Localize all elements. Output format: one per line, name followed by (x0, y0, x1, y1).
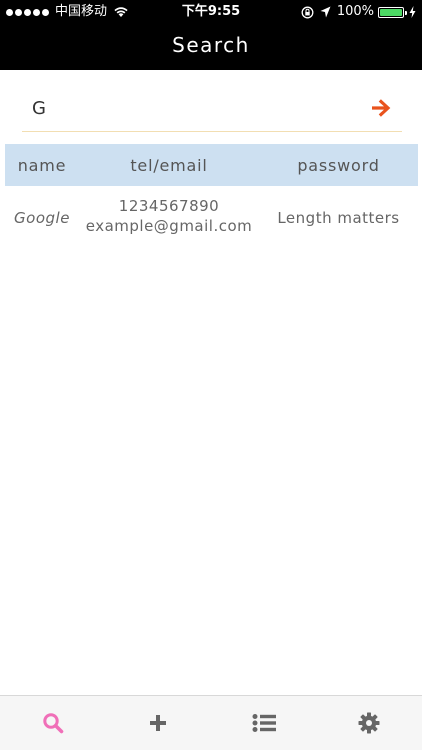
arrow-right-icon (372, 99, 391, 117)
screen: 中国移动 下午9:55 100% Search G name tel/email… (0, 0, 422, 750)
search-go-button[interactable] (370, 96, 394, 120)
rotation-lock-icon (301, 6, 314, 18)
row-email: example@gmail.com (85, 217, 253, 235)
row-password-cell: Length matters (277, 209, 400, 227)
search-icon (43, 713, 64, 734)
battery-icon (378, 6, 407, 18)
battery-fill (380, 8, 402, 16)
tab-add[interactable] (106, 696, 212, 750)
charging-bolt-icon (409, 6, 416, 18)
location-arrow-icon (320, 6, 331, 18)
list-icon (252, 714, 276, 732)
nav-bar: Search (0, 24, 422, 70)
row-name-cell: Google (14, 209, 70, 227)
battery-percent: 100% (336, 4, 374, 19)
tab-bar (0, 695, 422, 750)
search-input[interactable] (32, 94, 352, 122)
column-header-name: name (17, 155, 67, 175)
tab-list[interactable] (211, 696, 317, 750)
column-header-password: password (297, 155, 380, 175)
tab-settings[interactable] (317, 696, 422, 750)
page-title: Search (172, 33, 250, 57)
row-contact-cell: 1234567890 example@gmail.com (79, 196, 259, 236)
row-tel: 1234567890 (118, 197, 220, 215)
search-row (22, 86, 402, 132)
tab-search[interactable] (0, 696, 106, 750)
table-header: name tel/email password (5, 144, 418, 186)
results-table: name tel/email password Google 123456789… (5, 144, 418, 236)
gear-icon (358, 712, 380, 734)
status-bar: 中国移动 下午9:55 100% (0, 0, 422, 24)
table-row[interactable]: Google 1234567890 example@gmail.com Leng… (5, 186, 418, 236)
status-right: 100% (295, 4, 416, 20)
column-header-contact: tel/email (130, 155, 208, 175)
plus-icon (150, 715, 167, 731)
